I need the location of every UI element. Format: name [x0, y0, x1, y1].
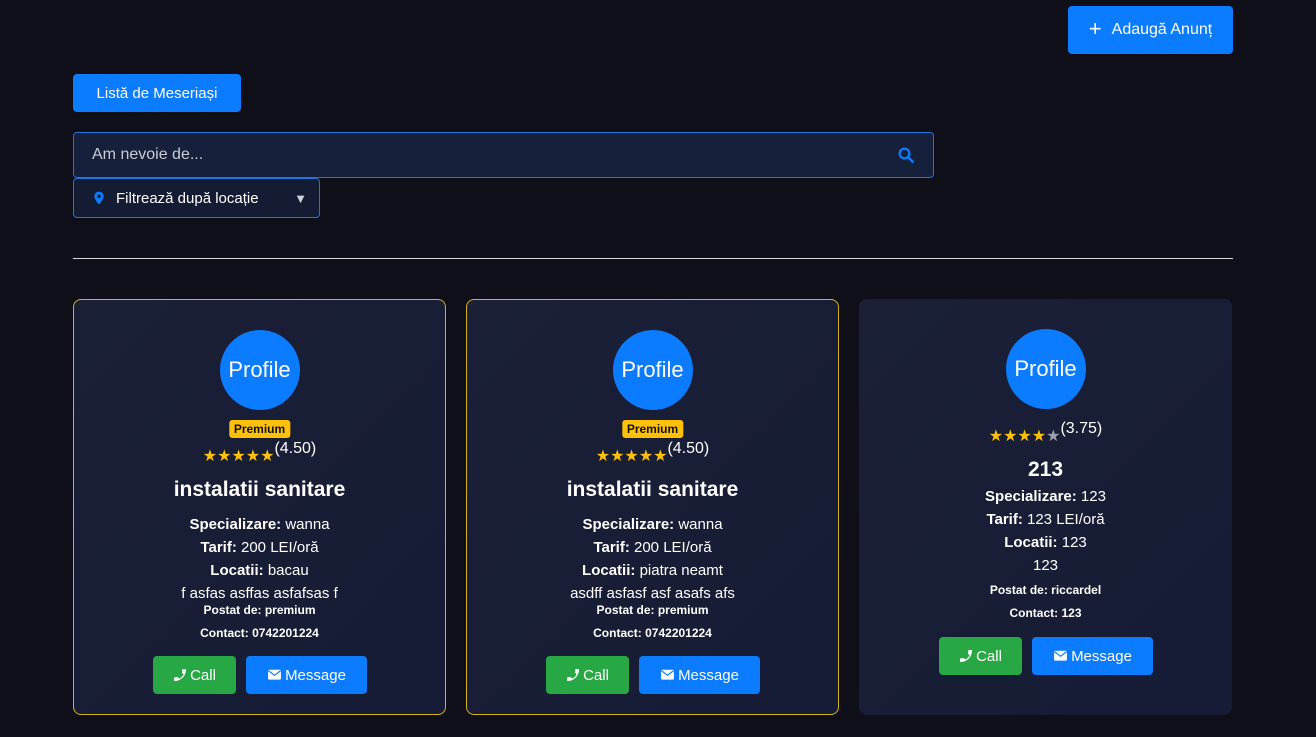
tarif-value: 123 LEI/oră [1027, 511, 1105, 528]
premium-badge: Premium [621, 420, 684, 438]
star-rating-icon: ★★★★★ [202, 448, 275, 465]
rating: ★★★★★ (4.50) [467, 440, 838, 466]
call-label: Call [976, 647, 1002, 665]
envelope-icon [266, 668, 283, 682]
premium-badge: Premium [228, 420, 291, 438]
locatii-value: piatra neamt [639, 562, 723, 579]
message-button[interactable]: Message [245, 656, 367, 694]
posted-by: Postat de: premium [596, 603, 709, 617]
listing-card: Profile Premium ★★★★★ (4.50) instalatii … [466, 299, 839, 715]
message-label: Message [678, 666, 739, 684]
star-rating-icon: ★★★★★ [595, 448, 668, 465]
call-button[interactable]: Call [545, 656, 629, 694]
posted-by: Postat de: premium [203, 603, 316, 617]
tarif-value: 200 LEI/oră [634, 539, 712, 556]
contact: Contact: 0742201224 [593, 626, 712, 640]
card-actions: Call Message [74, 656, 445, 694]
call-label: Call [190, 666, 216, 684]
specializare-line: Specializare: wanna [74, 516, 445, 533]
add-listing-label: Adaugă Anunț [1111, 21, 1213, 38]
listing-title: instalatii sanitare [173, 478, 346, 501]
location-filter-label: Filtrează după locație [116, 189, 259, 207]
specializare-value: wanna [285, 516, 330, 533]
contact: Contact: 0742201224 [200, 626, 319, 640]
card-actions: Call Message [467, 656, 838, 694]
envelope-icon [1052, 649, 1069, 663]
envelope-icon [659, 668, 676, 682]
tarif-line: Tarif: 200 LEI/oră [467, 539, 838, 556]
chevron-down-icon: ▼ [294, 190, 307, 206]
craftsmen-list-button[interactable]: Listă de Meseriași [73, 74, 241, 112]
specializare-label: Specializare: [189, 516, 282, 533]
description: f asfas asffas asfafsas f [181, 585, 338, 602]
call-label: Call [583, 666, 609, 684]
message-label: Message [1071, 647, 1132, 665]
specializare-value: 123 [1080, 488, 1106, 505]
avatar-alt-text: Profile [228, 357, 291, 382]
rating-value: (4.50) [274, 440, 317, 457]
specializare-label: Specializare: [985, 488, 1077, 505]
tarif-line: Tarif: 123 LEI/oră [859, 511, 1232, 528]
locatii-label: Locatii: [582, 562, 636, 579]
tarif-label: Tarif: [986, 511, 1023, 528]
listing-title: instalatii sanitare [566, 478, 739, 501]
rating-value: (3.75) [1060, 420, 1103, 437]
card-actions: Call Message [859, 637, 1232, 675]
locatii-line: Locatii: bacau [74, 562, 445, 579]
section-divider [73, 258, 1233, 259]
location-filter-dropdown[interactable]: Filtrează după locație ▼ [73, 178, 320, 218]
profile-avatar: Profile [1005, 329, 1086, 409]
call-button[interactable]: Call [152, 656, 236, 694]
phone-icon [565, 667, 581, 683]
tarif-line: Tarif: 200 LEI/oră [74, 539, 445, 556]
message-label: Message [285, 666, 346, 684]
message-button[interactable]: Message [1031, 637, 1153, 675]
locatii-label: Locatii: [1004, 534, 1058, 551]
specializare-value: wanna [678, 516, 723, 533]
avatar-alt-text: Profile [1014, 356, 1077, 381]
plus-icon: + [1088, 16, 1102, 41]
phone-icon [958, 648, 974, 664]
listing-title: 213 [1027, 458, 1064, 481]
star-rating-icon: ★★★★★ [988, 428, 1061, 445]
locatii-line: Locatii: 123 [859, 534, 1232, 551]
listing-card: Profile ★★★★★ (3.75) 213 Specializare: 1… [859, 299, 1232, 715]
tarif-label: Tarif: [593, 539, 630, 556]
listing-card: Profile Premium ★★★★★ (4.50) instalatii … [73, 299, 446, 715]
search-bar [73, 132, 934, 178]
search-input[interactable] [92, 146, 897, 164]
tarif-value: 200 LEI/oră [241, 539, 319, 556]
description: 123 [1032, 557, 1059, 574]
description: asdff asfasf asf asafs afs [570, 585, 735, 602]
add-listing-button[interactable]: + Adaugă Anunț [1068, 6, 1233, 54]
call-button[interactable]: Call [938, 637, 1022, 675]
profile-avatar: Profile [219, 330, 300, 410]
locatii-line: Locatii: piatra neamt [467, 562, 838, 579]
rating-value: (4.50) [667, 440, 710, 457]
specializare-label: Specializare: [582, 516, 675, 533]
profile-avatar: Profile [612, 330, 693, 410]
phone-icon [172, 667, 188, 683]
posted-by: Postat de: riccardel [989, 583, 1102, 597]
locatii-label: Locatii: [210, 562, 264, 579]
rating: ★★★★★ (4.50) [74, 440, 445, 466]
avatar-alt-text: Profile [621, 357, 684, 382]
map-pin-icon [92, 189, 106, 207]
tarif-label: Tarif: [200, 539, 237, 556]
contact: Contact: 123 [1009, 606, 1082, 620]
specializare-line: Specializare: 123 [859, 488, 1232, 505]
message-button[interactable]: Message [638, 656, 760, 694]
specializare-line: Specializare: wanna [467, 516, 838, 533]
locatii-value: 123 [1061, 534, 1087, 551]
locatii-value: bacau [267, 562, 309, 579]
rating: ★★★★★ (3.75) [859, 420, 1232, 446]
search-icon[interactable] [897, 146, 915, 164]
